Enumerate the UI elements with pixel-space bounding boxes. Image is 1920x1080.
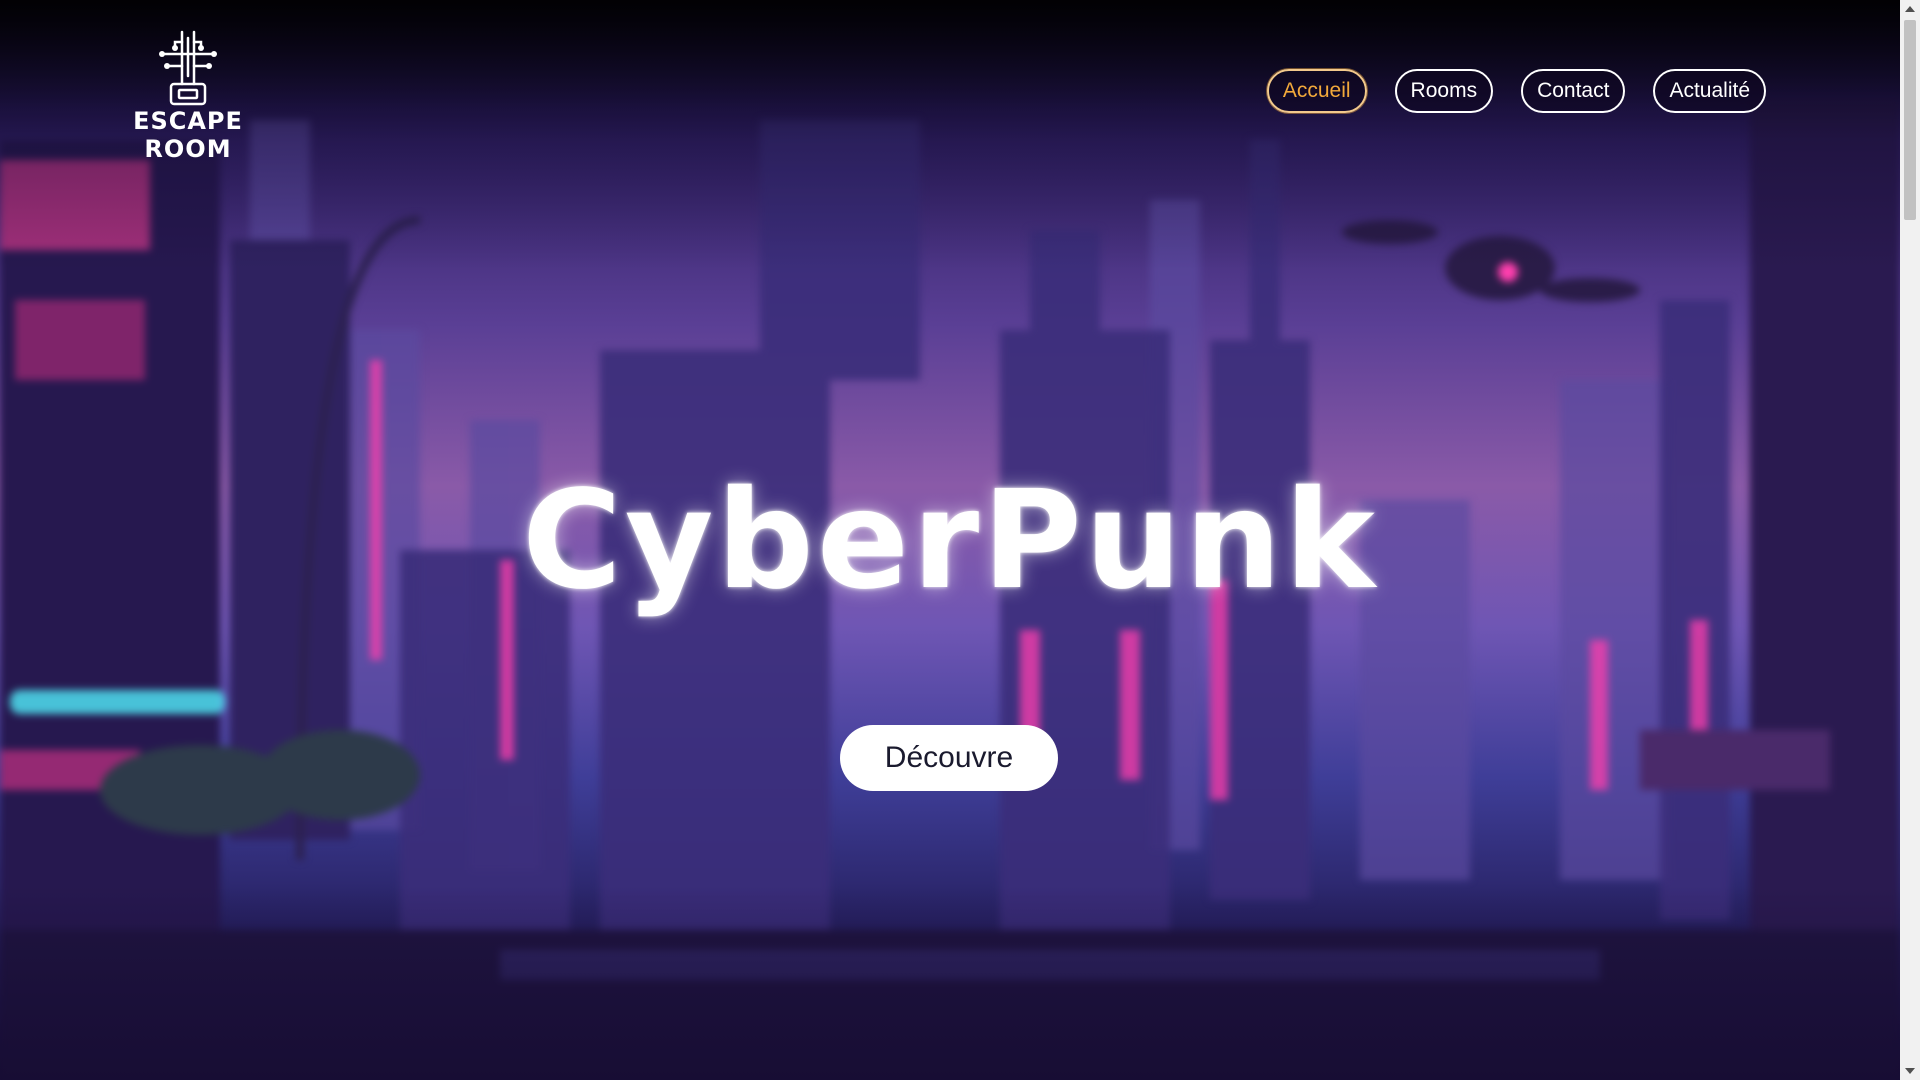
page-scrollbar[interactable] [1900, 0, 1920, 1080]
nav-item-accueil[interactable]: Accueil [1266, 69, 1367, 113]
logo-text-line1: ESCAPE [133, 107, 243, 135]
logo-text-line2: ROOM [144, 135, 232, 163]
nav-item-actualite[interactable]: Actualité [1653, 69, 1766, 113]
nav-item-rooms[interactable]: Rooms [1394, 69, 1494, 113]
circuit-tower-icon [159, 30, 217, 106]
page: ESCAPE ROOM Accueil Rooms Contact Actual… [0, 0, 1900, 1080]
main-nav: Accueil Rooms Contact Actualité [1266, 69, 1766, 113]
hero-title: CyberPunk [522, 462, 1378, 620]
discover-button[interactable]: Découvre [840, 725, 1058, 791]
scroll-up-arrow-icon[interactable] [1905, 6, 1915, 12]
nav-item-contact[interactable]: Contact [1521, 69, 1626, 113]
scrollbar-thumb[interactable] [1904, 20, 1916, 220]
scroll-down-arrow-icon[interactable] [1905, 1068, 1915, 1074]
site-logo[interactable]: ESCAPE ROOM [126, 28, 250, 162]
